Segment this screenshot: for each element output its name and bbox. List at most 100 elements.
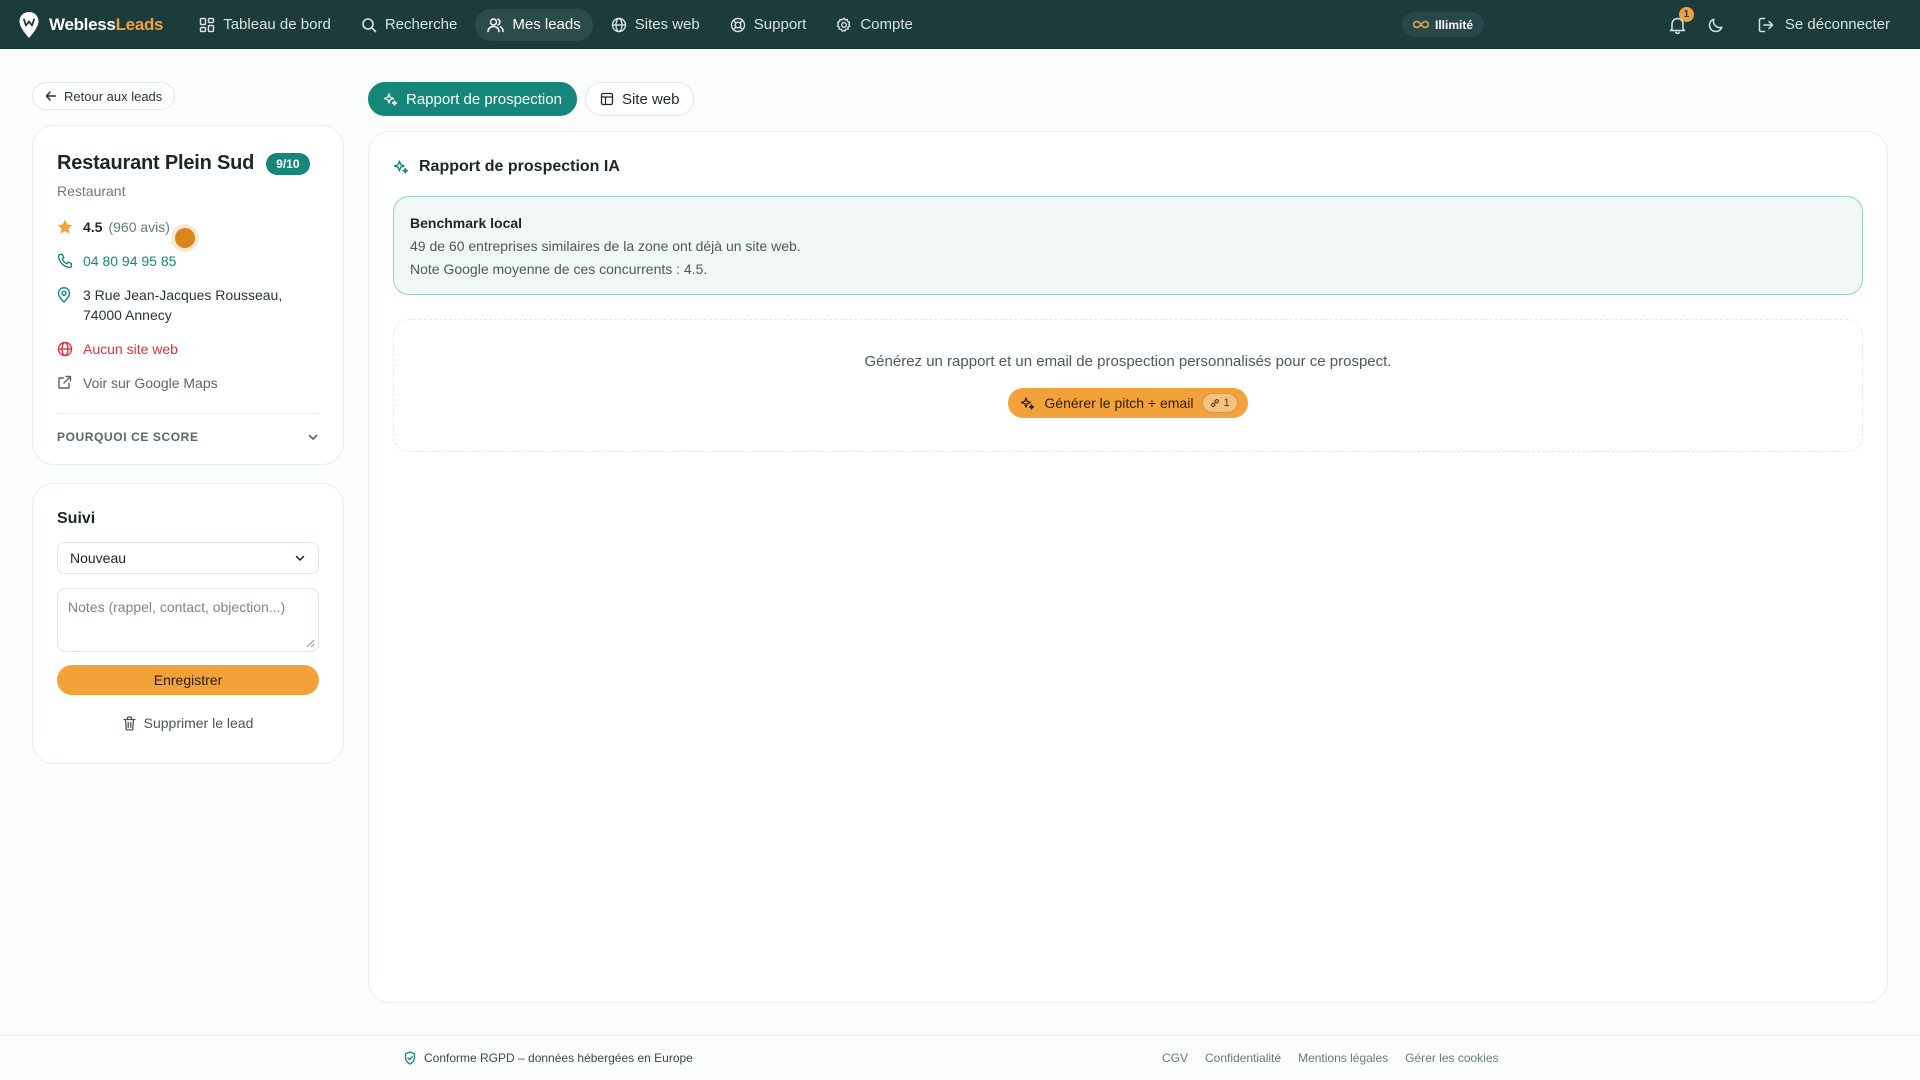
benchmark-title: Benchmark local xyxy=(410,215,523,231)
external-link-icon xyxy=(57,373,73,390)
plan-label: Illimité xyxy=(1435,17,1474,32)
delete-lead-button[interactable]: Supprimer le lead xyxy=(57,715,319,731)
dashboard-icon xyxy=(199,17,215,32)
footer-link-privacy[interactable]: Confidentialité xyxy=(1205,1051,1281,1065)
logout-label: Se déconnecter xyxy=(1784,16,1890,33)
google-maps-link[interactable]: Voir sur Google Maps xyxy=(57,373,319,393)
globe-icon xyxy=(57,339,73,357)
brand[interactable]: WeblessLeads xyxy=(18,11,164,39)
credit-cost-badge: 1 xyxy=(1202,393,1238,413)
arrow-left-icon xyxy=(45,91,57,101)
map-pin-icon xyxy=(57,285,73,303)
logo-pin-icon xyxy=(19,11,39,38)
generate-pitch-button[interactable]: Générer le pitch + email 1 xyxy=(1008,388,1248,418)
report-title-row: Rapport de prospection IA xyxy=(393,158,1863,176)
tab-prospecting-report[interactable]: Rapport de prospection xyxy=(368,82,577,116)
sparkles-icon xyxy=(1021,396,1035,410)
address-line1: 3 Rue Jean-Jacques Rousseau, xyxy=(83,287,283,303)
phone-icon xyxy=(57,251,73,269)
nav-websites-label: Sites web xyxy=(634,16,700,33)
website-status: Aucun site web xyxy=(83,341,178,357)
brand-name-part1: Webless xyxy=(49,14,116,34)
back-to-leads-label: Retour aux leads xyxy=(64,88,163,104)
website-status-row: Aucun site web xyxy=(57,339,319,359)
lead-category: Restaurant xyxy=(57,183,126,199)
link-icon xyxy=(1211,399,1220,407)
lifebuoy-icon xyxy=(730,17,745,32)
globe-icon xyxy=(611,17,626,32)
back-to-leads-button[interactable]: Retour aux leads xyxy=(32,82,176,110)
generate-pitch-label: Générer le pitch + email xyxy=(1044,395,1194,411)
nav-search-label: Recherche xyxy=(384,16,458,33)
save-button[interactable]: Enregistrer xyxy=(57,665,319,695)
generate-description: Générez un rapport et un email de prospe… xyxy=(864,353,1392,370)
why-score-label: POURQUOI CE SCORE xyxy=(57,430,199,444)
gear-icon xyxy=(837,17,851,32)
benchmark-line-2: Note Google moyenne de ces concurrents :… xyxy=(410,261,708,277)
footer-links: CGV Confidentialité Mentions légales Gér… xyxy=(1162,1051,1499,1065)
moon-icon xyxy=(1708,17,1723,32)
search-icon xyxy=(362,17,377,32)
footer-link-cgv[interactable]: CGV xyxy=(1162,1051,1188,1065)
notes-textarea[interactable]: Notes (rappel, contact, objection...) xyxy=(57,588,319,652)
address-line2: 74000 Annecy xyxy=(83,307,172,323)
phone-number: 04 80 94 95 85 xyxy=(83,253,177,269)
nav-dashboard-label: Tableau de bord xyxy=(223,16,331,33)
trash-icon xyxy=(122,715,136,731)
tab-prospecting-report-label: Rapport de prospection xyxy=(406,90,562,108)
logout-button[interactable]: Se déconnecter xyxy=(1758,16,1890,33)
tab-website[interactable]: Site web xyxy=(584,82,695,116)
sparkles-icon xyxy=(383,92,398,106)
notes-placeholder: Notes (rappel, contact, objection...) xyxy=(68,599,286,615)
notification-count-badge: 1 xyxy=(1678,6,1694,22)
logout-icon xyxy=(1758,17,1774,32)
top-right-actions: 1 Se déconnecter xyxy=(1669,0,1890,49)
footer-link-legal[interactable]: Mentions légales xyxy=(1298,1051,1388,1065)
lead-name: Restaurant Plein Sud xyxy=(57,152,255,174)
status-select-value: Nouveau xyxy=(70,550,127,566)
nav-my-leads[interactable]: Mes leads xyxy=(475,8,593,41)
nav-account-label: Compte xyxy=(860,16,913,33)
rating-value: 4.5 xyxy=(83,219,103,235)
lead-info-card: Restaurant Plein Sud 9/10 Restaurant 4.5… xyxy=(32,125,344,465)
follow-up-title: Suivi xyxy=(57,510,96,527)
notifications-button[interactable]: 1 xyxy=(1669,6,1694,34)
view-tabs: Rapport de prospection Site web xyxy=(368,82,695,116)
tab-website-label: Site web xyxy=(621,90,680,108)
footer: Conforme RGPD – données hébergées en Eur… xyxy=(0,1035,1920,1080)
nav-search[interactable]: Recherche xyxy=(349,9,470,41)
resize-grip-icon[interactable] xyxy=(306,639,315,648)
main-nav: Tableau de bord Recherche Mes leads Site… xyxy=(187,8,925,41)
credit-cost: 1 xyxy=(1223,397,1230,409)
nav-websites[interactable]: Sites web xyxy=(599,9,712,41)
lead-header: Restaurant Plein Sud 9/10 xyxy=(57,152,319,175)
rgpd-notice: Conforme RGPD – données hébergées en Eur… xyxy=(404,1051,693,1065)
why-score-toggle[interactable]: POURQUOI CE SCORE xyxy=(57,430,319,444)
nav-support-label: Support xyxy=(753,16,807,33)
infinity-icon xyxy=(1413,20,1429,29)
footer-link-cookies[interactable]: Gérer les cookies xyxy=(1405,1051,1498,1065)
report-title: Rapport de prospection IA xyxy=(419,158,620,175)
plan-badge[interactable]: Illimité xyxy=(1402,12,1485,37)
shield-check-icon xyxy=(404,1051,416,1065)
brand-name: WeblessLeads xyxy=(49,14,164,35)
star-icon xyxy=(57,217,73,234)
nav-account[interactable]: Compte xyxy=(824,9,925,41)
layout-icon xyxy=(600,92,614,106)
nav-my-leads-label: Mes leads xyxy=(512,16,581,33)
top-navbar: WeblessLeads Tableau de bord Recherche M… xyxy=(0,0,1920,49)
status-select[interactable]: Nouveau xyxy=(57,542,319,574)
benchmark-box: Benchmark local 49 de 60 entreprises sim… xyxy=(393,196,1863,295)
phone-row[interactable]: 04 80 94 95 85 xyxy=(57,251,319,271)
follow-up-card: Suivi Nouveau Notes (rappel, contact, ob… xyxy=(32,483,344,764)
chevron-down-icon xyxy=(308,434,318,440)
sparkles-icon xyxy=(393,160,409,174)
review-count: (960 avis) xyxy=(108,219,170,235)
score-badge: 9/10 xyxy=(266,152,310,175)
brand-name-part2: Leads xyxy=(115,14,164,34)
google-maps-label: Voir sur Google Maps xyxy=(83,375,218,391)
nav-dashboard[interactable]: Tableau de bord xyxy=(187,9,343,41)
nav-support[interactable]: Support xyxy=(718,9,819,41)
theme-toggle-button[interactable] xyxy=(1708,17,1724,33)
delete-lead-label: Supprimer le lead xyxy=(143,715,254,731)
